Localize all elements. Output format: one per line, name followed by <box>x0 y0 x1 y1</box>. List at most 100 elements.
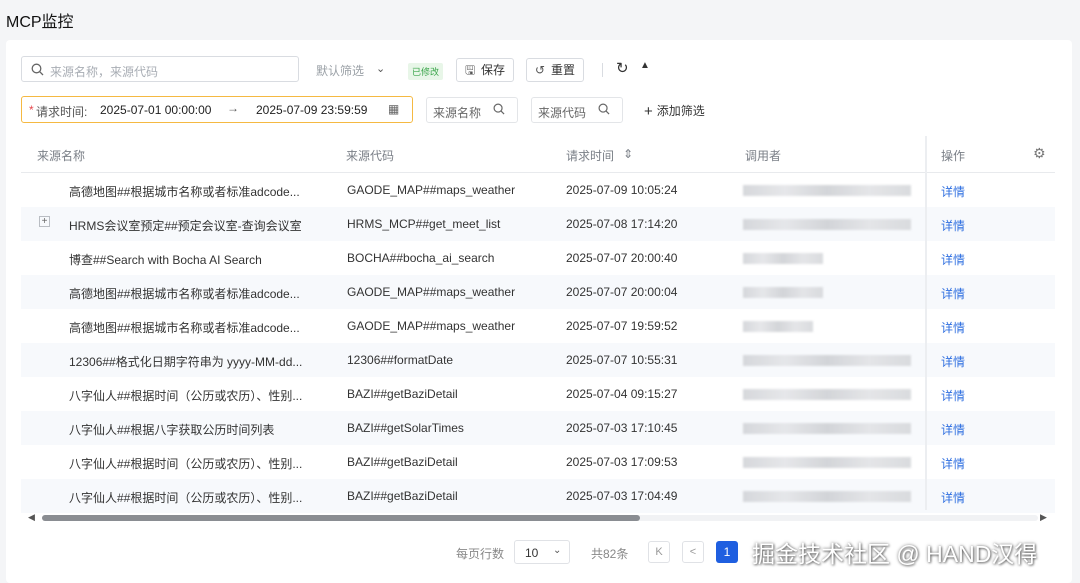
reset-icon: ↺ <box>535 63 546 77</box>
sort-icon[interactable]: ⇕ <box>623 147 633 161</box>
table-row[interactable]: 八字仙人##根据时间（公历或农历）、性别... BAZI##getBaziDeta… <box>21 479 1055 513</box>
scroll-thumb[interactable] <box>42 515 640 521</box>
cell-source-name: 博查##Search with Bocha AI Search <box>69 253 262 267</box>
cell-source-code: BAZI##getBaziDetail <box>347 455 458 469</box>
cell-caller-redacted <box>743 185 911 196</box>
save-icon: 🖫 <box>465 63 476 77</box>
detail-link[interactable]: 详情 <box>941 387 965 404</box>
detail-link[interactable]: 详情 <box>941 217 965 234</box>
source-code-filter[interactable]: 来源代码 <box>531 97 623 123</box>
scroll-left-icon[interactable]: ◀ <box>28 512 35 523</box>
start-date[interactable]: 2025-07-01 00:00:00 <box>100 103 211 117</box>
detail-link[interactable]: 详情 <box>941 183 965 200</box>
cell-source-code: BOCHA##bocha_ai_search <box>347 251 495 265</box>
cell-source-code: BAZI##getBaziDetail <box>347 489 458 503</box>
reset-button[interactable]: ↺ 重置 <box>526 58 584 82</box>
total-count: 共82条 <box>591 547 629 561</box>
chevron-down-icon[interactable]: ⌄ <box>376 62 385 75</box>
cell-source-name: HRMS会议室预定##预定会议室-查询会议室 <box>69 219 302 233</box>
cell-source-name: 八字仙人##根据时间（公历或农历）、性别... <box>69 491 303 505</box>
table-row[interactable]: 八字仙人##根据八字获取公历时间列表 BAZI##getSolarTimes 202… <box>21 411 1055 445</box>
cell-source-name: 八字仙人##根据时间（公历或农历）、性别... <box>69 457 303 471</box>
cell-source-name: 八字仙人##根据时间（公历或农历）、性别... <box>69 389 303 403</box>
default-filter-select[interactable]: 默认筛选 <box>316 62 364 79</box>
cell-source-code: GAODE_MAP##maps_weather <box>347 285 516 299</box>
gear-icon[interactable]: ⚙ <box>1033 145 1046 162</box>
cell-source-code: GAODE_MAP##maps_weather <box>347 319 516 333</box>
cell-source-name: 高德地图##根据城市名称或者标准adcode... <box>69 185 300 199</box>
calendar-icon[interactable]: ▦ <box>388 102 399 116</box>
rows-per-page-label: 每页行数 <box>456 547 505 561</box>
required-mark: * <box>29 103 34 117</box>
cell-request-time: 2025-07-03 17:10:45 <box>566 421 678 435</box>
cell-request-time: 2025-07-07 20:00:04 <box>566 285 678 299</box>
column-actions: 操作 <box>941 149 966 163</box>
page-title: MCP监控 <box>6 14 74 31</box>
main-card: 来源名称，来源代码 默认筛选 ⌄ 已修改 🖫 保存 ↺ 重置 ↻ ▲ * 请求时… <box>6 40 1072 583</box>
search-icon <box>493 103 505 115</box>
collapse-caret-icon[interactable]: ▲ <box>640 60 650 71</box>
add-filter-button[interactable]: + 添加筛选 <box>644 102 705 120</box>
search-placeholder: 来源名称，来源代码 <box>50 65 159 79</box>
cell-caller-redacted <box>743 457 911 468</box>
search-input[interactable]: 来源名称，来源代码 <box>21 56 299 82</box>
plus-icon: + <box>644 103 653 120</box>
source-name-filter[interactable]: 来源名称 <box>426 97 518 123</box>
chevron-down-icon: ⌄ <box>553 545 562 556</box>
detail-link[interactable]: 详情 <box>941 251 965 268</box>
cell-request-time: 2025-07-07 20:00:40 <box>566 251 678 265</box>
detail-link[interactable]: 详情 <box>941 489 965 506</box>
detail-link[interactable]: 详情 <box>941 421 965 438</box>
table-row[interactable]: 八字仙人##根据时间（公历或农历）、性别... BAZI##getBaziDeta… <box>21 377 1055 411</box>
scroll-right-icon[interactable]: ▶ <box>1040 512 1047 523</box>
cell-request-time: 2025-07-09 10:05:24 <box>566 183 678 197</box>
column-caller[interactable]: 调用者 <box>745 147 781 164</box>
save-button[interactable]: 🖫 保存 <box>456 58 514 82</box>
page-size-value: 10 <box>525 546 539 560</box>
table-row[interactable]: 高德地图##根据城市名称或者标准adcode... GAODE_MAP##maps… <box>21 173 1055 207</box>
column-source-name[interactable]: 来源名称 <box>37 147 85 164</box>
cell-request-time: 2025-07-07 19:59:52 <box>566 319 678 333</box>
page-size-select[interactable]: 10 ⌄ <box>514 540 570 564</box>
cell-source-name: 高德地图##根据城市名称或者标准adcode... <box>69 287 300 301</box>
table-row[interactable]: 八字仙人##根据时间（公历或农历）、性别... BAZI##getBaziDeta… <box>21 445 1055 479</box>
column-request-time[interactable]: 请求时间 <box>566 147 614 164</box>
request-time-range[interactable]: * 请求时间: 2025-07-01 00:00:00 → 2025-07-09… <box>21 96 413 123</box>
cell-caller-redacted <box>743 389 911 400</box>
cell-caller-redacted <box>743 219 911 230</box>
table-row[interactable]: 博查##Search with Bocha AI Search BOCHA##bo… <box>21 241 1055 275</box>
modified-badge: 已修改 <box>408 63 444 80</box>
table-row[interactable]: 高德地图##根据城市名称或者标准adcode... GAODE_MAP##maps… <box>21 309 1055 343</box>
add-filter-label: 添加筛选 <box>656 104 705 118</box>
column-source-code[interactable]: 来源代码 <box>346 147 394 164</box>
detail-link[interactable]: 详情 <box>941 319 965 336</box>
cell-caller-redacted <box>743 321 813 332</box>
table-row[interactable]: 12306##格式化日期字符串为 yyyy-MM-dd... 12306##for… <box>21 343 1055 377</box>
end-date[interactable]: 2025-07-09 23:59:59 <box>256 103 367 117</box>
expand-row-icon[interactable]: + <box>39 216 50 227</box>
cell-source-code: BAZI##getSolarTimes <box>347 421 464 435</box>
cell-caller-redacted <box>743 355 911 366</box>
reset-label: 重置 <box>551 63 576 77</box>
cell-source-code: HRMS_MCP##get_meet_list <box>347 217 501 231</box>
cell-request-time: 2025-07-07 10:55:31 <box>566 353 678 367</box>
detail-link[interactable]: 详情 <box>941 353 965 370</box>
refresh-icon[interactable]: ↻ <box>616 59 629 77</box>
cell-caller-redacted <box>743 423 911 434</box>
detail-link[interactable]: 详情 <box>941 455 965 472</box>
table-row[interactable]: + HRMS会议室预定##预定会议室-查询会议室 HRMS_MCP##get_mee… <box>21 207 1055 241</box>
prev-page-button[interactable]: < <box>682 541 704 563</box>
toolbar-divider <box>602 63 603 77</box>
save-label: 保存 <box>481 63 506 77</box>
horizontal-scrollbar[interactable]: ◀ ▶ <box>28 512 1052 522</box>
source-code-filter-label: 来源代码 <box>538 106 587 120</box>
table-row[interactable]: 高德地图##根据城市名称或者标准adcode... GAODE_MAP##maps… <box>21 275 1055 309</box>
detail-link[interactable]: 详情 <box>941 285 965 302</box>
cell-source-name: 高德地图##根据城市名称或者标准adcode... <box>69 321 300 335</box>
cell-request-time: 2025-07-04 09:15:27 <box>566 387 678 401</box>
arrow-right-icon: → <box>227 101 239 115</box>
table-header: 来源名称 来源代码 请求时间 ⇕ 调用者 操作 ⚙ <box>21 136 1055 173</box>
search-icon <box>598 103 610 115</box>
first-page-button[interactable]: K <box>648 541 670 563</box>
page-1-button[interactable]: 1 <box>716 541 738 563</box>
